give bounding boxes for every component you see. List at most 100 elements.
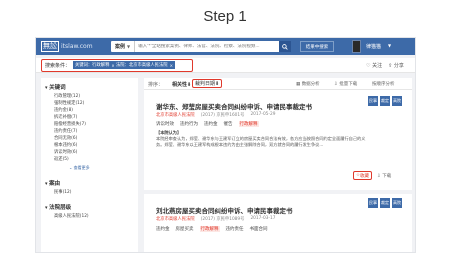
avatar[interactable] — [352, 40, 361, 53]
chip-label: 关键词：行政解释 — [75, 63, 110, 68]
filter-chip-court[interactable]: 法院：北京市高级人民法院 × — [114, 61, 175, 69]
sort-bar: 排序： 相关性⬇ 裁判日期 ⬇ ▦ 数据分析 ⇩ 批量下载 按顺序分析 — [144, 78, 412, 90]
sort-by-judgment-date[interactable]: 裁判日期 ⬇ — [192, 79, 223, 88]
badge: 裁定 — [380, 198, 390, 208]
court-level-section-header[interactable]: ▾ 法院层级 — [45, 203, 71, 211]
court-link[interactable]: 北京市高级人民法院 — [156, 216, 195, 222]
results-panel: 排序： 相关性⬇ 裁判日期 ⬇ ▦ 数据分析 ⇩ 批量下载 按顺序分析 民事 裁定… — [144, 78, 412, 252]
case-tag[interactable]: 诉讼时效 — [156, 121, 174, 127]
order-analysis-button[interactable]: 按顺序分析 — [372, 81, 395, 87]
search-conditions-bar: 搜索条件： 关键词：行政解释 × 法院：北京市高级人民法院 × ♡ 关注 ⇪ 分… — [36, 58, 415, 73]
logo-domain: itslaw.com — [61, 43, 93, 50]
logo-mark: 無訟 — [41, 41, 59, 52]
badge: 高院 — [392, 198, 402, 208]
case-tag[interactable]: 书面合同 — [250, 226, 268, 232]
case-tags: 诉讼时效 违约行为 违约金 催告 行政解释 — [156, 121, 259, 127]
keyword-item[interactable]: 违约责任(7) — [54, 128, 77, 134]
keyword-item[interactable]: 根本违约(6) — [54, 142, 77, 148]
search-box: 案例 ▼ — [111, 41, 291, 52]
case-tag-highlighted[interactable]: 行政解释 — [238, 121, 259, 127]
case-meta: 北京市高级人民法院 (2017) 京民申1601号 2017-05-29 — [156, 112, 275, 118]
tool-label: 按顺序分析 — [372, 82, 395, 87]
filter-sidebar: ▾ 关键词 行政管理(12) 强制性规定(12) 违约金(8) 拆迁补偿(7) … — [41, 78, 138, 252]
show-more-link[interactable]: ⌄ 查看更多 — [69, 165, 90, 171]
filter-chip-keyword[interactable]: 关键词：行政解释 × — [73, 61, 117, 69]
cause-item[interactable]: 民事(12) — [54, 189, 71, 195]
case-tag[interactable]: 违约行为 — [180, 121, 198, 127]
share-button[interactable]: ⇪ 分享 — [388, 62, 404, 69]
batch-download-button[interactable]: ⇩ 批量下载 — [334, 81, 357, 87]
top-navigation-bar: 無訟 itslaw.com 案例 ▼ 结果中搜索 律猫猫 ▼ — [36, 38, 415, 55]
case-tag-highlighted[interactable]: 行政解释 — [199, 226, 220, 232]
search-input[interactable] — [135, 44, 279, 49]
sort-date-label: 裁判日期 — [195, 81, 216, 87]
tool-label: 批量下载 — [339, 82, 358, 87]
case-tag[interactable]: 催告 — [224, 121, 233, 127]
collapse-icon: ▾ — [45, 181, 48, 187]
case-tag[interactable]: 违约责任 — [226, 226, 244, 232]
excerpt-text: 本院经审查认为，郑莹、谢华东与王建军订立的房屋买卖合同合法有效，各方应当按照合同… — [156, 136, 366, 147]
keyword-heading: 关键词 — [49, 85, 66, 91]
case-title-link[interactable]: 刘北燕房屋买卖合同纠纷申诉、申请民事裁定书 — [156, 205, 293, 215]
badge: 民事 — [368, 198, 378, 208]
divider — [144, 190, 412, 194]
data-analysis-button[interactable]: ▦ 数据分析 — [296, 81, 320, 87]
judgment-date: 2017-05-29 — [250, 112, 276, 117]
chip-label: 法院：北京市高级人民法院 — [116, 63, 168, 68]
case-excerpt: 【本院认为】 本院经审查认为，郑莹、谢华东与王建军订立的房屋买卖合同合法有效，各… — [156, 130, 366, 148]
browser-screenshot-frame: 無訟 itslaw.com 案例 ▼ 结果中搜索 律猫猫 ▼ 搜索条件： 关键词… — [35, 37, 416, 253]
download-button[interactable]: ⇩ 下载 — [377, 173, 391, 179]
court-level-item[interactable]: 高级人民法院(12) — [54, 213, 89, 219]
keyword-item[interactable]: 违约金(8) — [54, 107, 73, 113]
case-number: (2017) 京民申1601号 — [200, 113, 245, 118]
download-label: 下载 — [382, 173, 392, 179]
user-name[interactable]: 律猫猫 — [366, 43, 381, 50]
collapse-icon: ▾ — [45, 205, 48, 211]
tool-label: 数据分析 — [301, 82, 320, 87]
case-badges: 民事 裁定 高院 — [368, 198, 402, 208]
keyword-item[interactable]: 返还(5) — [54, 156, 69, 162]
arrow-down-icon: ⬇ — [215, 80, 220, 87]
search-type-select[interactable]: 案例 ▼ — [111, 41, 136, 52]
site-logo[interactable]: 無訟 itslaw.com — [41, 41, 93, 52]
case-title-link[interactable]: 谢华东、郑莹房屋买卖合同纠纷申诉、申请民事裁定书 — [156, 101, 312, 111]
keyword-section-header[interactable]: ▾ 关键词 — [45, 83, 66, 91]
arrow-down-icon: ⬇ — [187, 82, 192, 88]
share-label: 分享 — [393, 63, 404, 69]
keyword-item[interactable]: 强制性规定(12) — [54, 100, 84, 106]
keyword-item[interactable]: 合同无效(6) — [54, 135, 77, 141]
step-title: Step 1 — [203, 8, 247, 25]
badge: 民事 — [368, 96, 378, 106]
case-tag[interactable]: 违约金 — [204, 121, 218, 127]
follow-label: 关注 — [372, 63, 383, 69]
show-more-label: 查看更多 — [73, 165, 90, 170]
badge: 高院 — [392, 96, 402, 106]
judgment-date: 2017-03-17 — [250, 216, 276, 221]
keyword-item[interactable]: 赔偿经营损失(7) — [54, 121, 86, 127]
follow-button[interactable]: ♡ 关注 — [366, 62, 382, 69]
follow-share-group: ♡ 关注 ⇪ 分享 — [366, 62, 404, 69]
close-icon[interactable]: × — [170, 63, 173, 68]
keyword-item[interactable]: 诉讼时效(6) — [54, 149, 77, 155]
sort-by-relevance[interactable]: 相关性⬇ — [172, 81, 191, 88]
chevron-down-icon[interactable]: ▼ — [388, 43, 391, 48]
keyword-item[interactable]: 拆迁补偿(7) — [54, 114, 77, 120]
case-tag[interactable]: 违约金 — [156, 226, 170, 232]
collect-button[interactable]: ☆ 收藏 — [353, 171, 373, 180]
search-conditions-label: 搜索条件： — [45, 63, 71, 69]
search-button[interactable] — [279, 41, 291, 52]
excerpt-heading: 【本院认为】 — [156, 130, 182, 135]
collect-label: 收藏 — [360, 173, 370, 179]
court-link[interactable]: 北京市高级人民法院 — [156, 112, 195, 118]
case-badges: 民事 裁定 高院 — [368, 96, 402, 106]
result-card[interactable]: 民事 裁定 高院 谢华东、郑莹房屋买卖合同纠纷申诉、申请民事裁定书 北京市高级人… — [148, 92, 408, 192]
case-meta: 北京市高级人民法院 (2017) 京民申1089号 2017-03-17 — [156, 216, 275, 222]
keyword-item[interactable]: 行政管理(12) — [54, 93, 80, 99]
collapse-icon: ▾ — [45, 85, 48, 91]
cause-section-header[interactable]: ▾ 案由 — [45, 179, 60, 187]
search-within-results-button[interactable]: 结果中搜索 — [300, 41, 334, 52]
badge: 裁定 — [380, 96, 390, 106]
card-actions: ☆ 收藏 ⇩ 下载 — [353, 171, 391, 180]
case-tag[interactable]: 房屋买卖 — [176, 226, 194, 232]
result-card[interactable]: 民事 裁定 高院 刘北燕房屋买卖合同纠纷申诉、申请民事裁定书 北京市高级人民法院… — [148, 196, 408, 252]
